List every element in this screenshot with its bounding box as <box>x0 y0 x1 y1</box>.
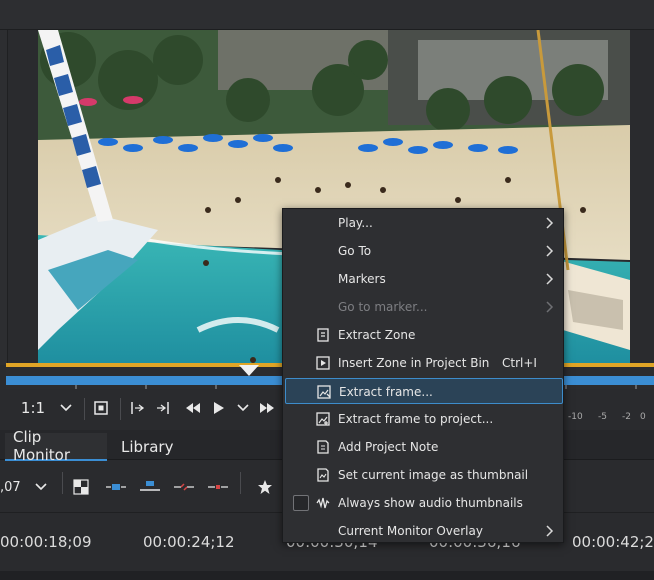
submenu-arrow-icon <box>546 301 554 313</box>
menu-item-label: Always show audio thumbnails <box>338 496 523 510</box>
play-icon[interactable] <box>208 396 230 420</box>
fit-view-icon[interactable] <box>90 396 112 420</box>
audio-scale-tick: 0 <box>640 412 646 422</box>
menu-item-insert-zone[interactable]: Insert Zone in Project Bin Ctrl+I <box>285 350 563 376</box>
menu-item-go-to[interactable]: Go To <box>285 238 563 264</box>
extract-icon[interactable] <box>206 476 230 498</box>
submenu-arrow-icon <box>546 245 554 257</box>
menu-item-markers[interactable]: Markers <box>285 266 563 292</box>
lift-icon[interactable] <box>172 476 196 498</box>
insert-edit-icon[interactable] <box>104 476 128 498</box>
audio-scale-tick: -10 <box>568 412 583 422</box>
submenu-arrow-icon <box>546 217 554 229</box>
menu-item-label: Add Project Note <box>338 440 439 454</box>
composite-icon[interactable] <box>70 476 92 498</box>
left-panel-edge <box>0 30 8 365</box>
right-panel-edge <box>640 30 654 365</box>
add-note-icon <box>317 440 329 454</box>
extract-zone-icon <box>317 328 329 342</box>
tab-label: Library <box>121 438 174 456</box>
audio-scale-tick: -5 <box>598 412 607 422</box>
timecode-chevron-icon[interactable] <box>32 476 50 498</box>
overwrite-edit-icon[interactable] <box>138 476 162 498</box>
fast-forward-icon[interactable] <box>256 396 278 420</box>
tab-library[interactable]: Library <box>113 433 183 461</box>
monitor-header <box>0 0 654 30</box>
separator <box>84 398 85 420</box>
audio-thumbnails-checkbox[interactable] <box>293 495 309 511</box>
ruler-time-label: 00:00:24;12 <box>143 533 235 551</box>
extract-frame-icon <box>317 385 331 399</box>
thumbnail-icon <box>317 468 329 482</box>
tab-clip-monitor[interactable]: Clip Monitor <box>5 428 107 464</box>
menu-item-shortcut: Ctrl+I <box>502 356 537 370</box>
audio-scale-tick: -2 <box>622 412 631 422</box>
menu-item-current-monitor-overlay[interactable]: Current Monitor Overlay <box>285 518 563 544</box>
menu-item-label: Extract Zone <box>338 328 416 342</box>
menu-item-extract-frame[interactable]: Extract frame... <box>285 378 563 404</box>
separator <box>120 398 121 420</box>
menu-item-always-show-audio-thumbnails[interactable]: Always show audio thumbnails <box>285 490 563 516</box>
menu-item-label: Go To <box>338 244 372 258</box>
menu-item-label: Extract frame... <box>339 385 433 399</box>
submenu-arrow-icon <box>546 525 554 537</box>
menu-item-play[interactable]: Play... <box>285 210 563 236</box>
favorite-star-icon[interactable] <box>254 476 276 498</box>
ruler-time-label: 00:00:42;2 <box>572 533 654 551</box>
zoom-selector[interactable]: 1:1 <box>16 396 50 420</box>
menu-item-label: Current Monitor Overlay <box>338 524 483 538</box>
playhead-marker[interactable] <box>239 365 259 376</box>
ruler-track <box>0 571 654 580</box>
ruler-time-label: 00:00:18;09 <box>0 533 92 551</box>
menu-item-label: Extract frame to project... <box>338 412 494 426</box>
menu-item-label: Go to marker... <box>338 300 428 314</box>
separator <box>62 472 63 494</box>
audio-thumbnail-icon <box>316 497 330 509</box>
clip-monitor-window: 1:1 -10 -5 -2 0 Clip Monitor Library ,07… <box>0 0 654 580</box>
menu-item-go-to-marker: Go to marker... <box>285 294 563 320</box>
set-zone-in-icon[interactable] <box>126 396 148 420</box>
separator <box>240 472 241 494</box>
submenu-arrow-icon <box>546 273 554 285</box>
set-zone-out-icon[interactable] <box>152 396 174 420</box>
zoom-dropdown-chevron-icon[interactable] <box>56 396 76 420</box>
menu-item-add-project-note[interactable]: Add Project Note <box>285 434 563 460</box>
timecode-fragment: ,07 <box>0 479 21 495</box>
menu-item-label: Insert Zone in Project Bin <box>338 356 490 370</box>
menu-item-label: Play... <box>338 216 373 230</box>
menu-item-extract-zone[interactable]: Extract Zone <box>285 322 563 348</box>
audio-level-scale: -10 -5 -2 0 <box>568 410 654 428</box>
menu-item-label: Set current image as thumbnail <box>338 468 529 482</box>
monitor-context-menu: Play... Go To Markers Go to marker... Ex… <box>282 208 564 543</box>
zoom-label: 1:1 <box>20 399 46 417</box>
insert-zone-icon <box>316 356 330 370</box>
menu-item-extract-frame-to-project[interactable]: Extract frame to project... <box>285 406 563 432</box>
menu-item-set-thumbnail[interactable]: Set current image as thumbnail <box>285 462 563 488</box>
timecode-field[interactable]: ,07 <box>0 476 26 498</box>
tab-label: Clip Monitor <box>13 428 71 464</box>
rewind-icon[interactable] <box>182 396 204 420</box>
extract-frame-project-icon <box>316 412 330 426</box>
play-options-chevron-icon[interactable] <box>234 396 252 420</box>
menu-item-label: Markers <box>338 272 386 286</box>
